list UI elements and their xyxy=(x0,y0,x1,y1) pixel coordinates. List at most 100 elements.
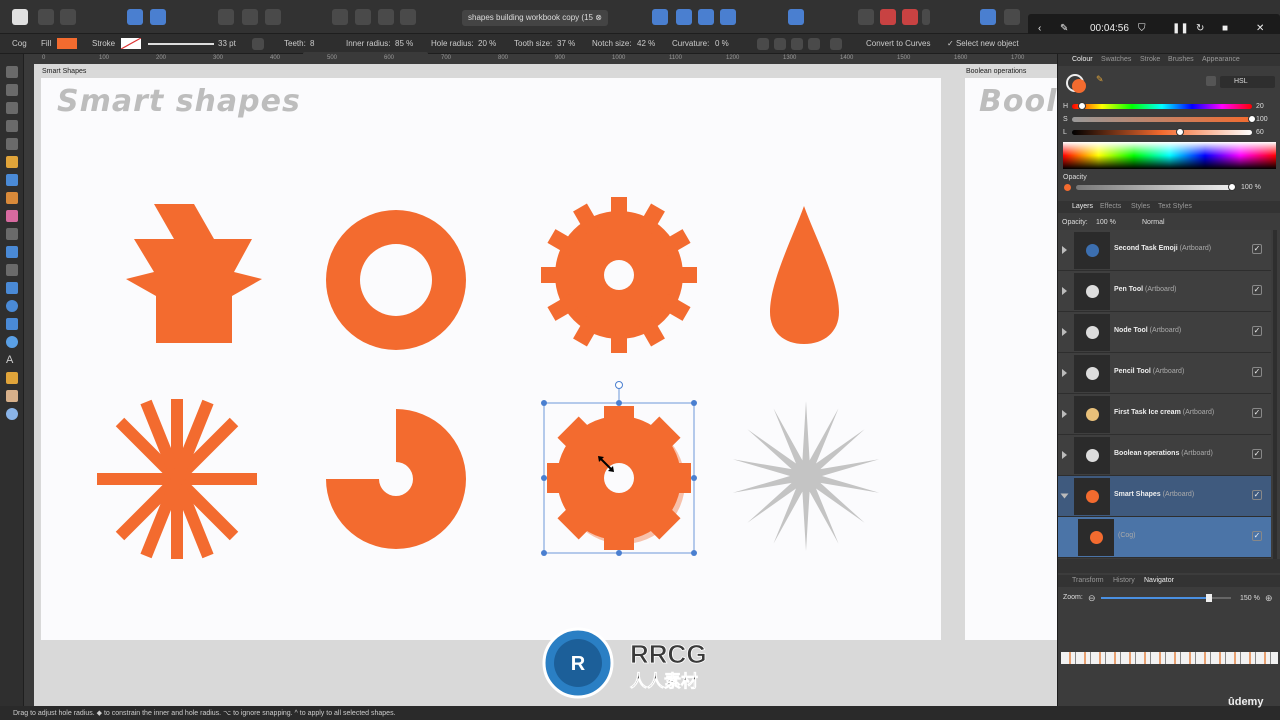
tab-colour[interactable]: Colour xyxy=(1072,56,1093,63)
zoom-tool-icon[interactable] xyxy=(6,408,18,420)
cog-shape[interactable] xyxy=(541,197,697,353)
eyedropper-icon[interactable]: ✎ xyxy=(1096,74,1104,85)
color-picker-icon[interactable] xyxy=(6,372,18,384)
expand-arrow-icon[interactable] xyxy=(1062,287,1067,295)
pen-tool-icon[interactable] xyxy=(6,138,18,150)
hole-radius-field[interactable]: 20 % xyxy=(478,39,496,48)
node-tool-icon[interactable] xyxy=(6,102,18,114)
transform-icon[interactable] xyxy=(242,9,258,25)
stroke-swatch[interactable] xyxy=(120,37,142,50)
lightness-handle[interactable] xyxy=(1176,128,1184,136)
layer-visibility-checkbox[interactable]: ✓ xyxy=(1252,244,1262,254)
opacity-handle[interactable] xyxy=(1228,183,1236,191)
shape-option-2-icon[interactable] xyxy=(774,38,786,50)
close-icon[interactable]: ✕ xyxy=(1256,23,1264,34)
shape-option-4-icon[interactable] xyxy=(808,38,820,50)
teeth-field[interactable]: 8 xyxy=(310,39,314,48)
stroke-settings-icon[interactable] xyxy=(252,38,264,50)
layer-visibility-checkbox[interactable]: ✓ xyxy=(1252,449,1262,459)
notch-size-field[interactable]: 42 % xyxy=(637,39,655,48)
tab-transform[interactable]: Transform xyxy=(1072,577,1104,584)
blend-mode-select[interactable]: Normal xyxy=(1142,219,1165,226)
restart-icon[interactable]: ↻ xyxy=(1196,23,1204,34)
layer-visibility-checkbox[interactable]: ✓ xyxy=(1252,531,1262,541)
cross-shape[interactable] xyxy=(126,204,262,343)
layer-row[interactable]: Node Tool (Artboard) ✓ xyxy=(1058,312,1271,353)
rotate-left-icon[interactable] xyxy=(698,9,714,25)
zoom-value[interactable]: 150 % xyxy=(1240,595,1260,602)
app-logo-icon[interactable] xyxy=(12,9,28,25)
pen-icon[interactable]: ✎ xyxy=(1060,23,1068,34)
tab-brushes[interactable]: Brushes xyxy=(1168,56,1194,63)
shield-icon[interactable]: ⛉ xyxy=(1138,23,1146,34)
insert-behind-icon[interactable] xyxy=(1004,9,1020,25)
saturation-handle[interactable] xyxy=(1248,115,1256,123)
paint-brush-icon[interactable] xyxy=(6,192,18,204)
pie-shape[interactable] xyxy=(326,409,466,549)
rotate-right-icon[interactable] xyxy=(720,9,736,25)
boolean-add-icon[interactable] xyxy=(858,9,874,25)
asterisk-shape[interactable] xyxy=(97,399,257,559)
select-new-checkbox[interactable]: ✓ Select new object xyxy=(947,39,1019,48)
move-tool-icon[interactable] xyxy=(6,66,18,78)
close-tab-icon[interactable]: ⊗ xyxy=(595,13,602,22)
star-shape[interactable] xyxy=(732,401,880,551)
expand-arrow-icon[interactable] xyxy=(1060,493,1069,499)
insert-inside-icon[interactable] xyxy=(980,9,996,25)
vector-brush-icon[interactable] xyxy=(6,174,18,186)
expand-arrow-icon[interactable] xyxy=(1062,451,1067,459)
color-model-select[interactable]: HSL xyxy=(1220,76,1275,88)
corner-tool-icon[interactable] xyxy=(6,120,18,132)
pause-icon[interactable]: ❚❚ xyxy=(1172,23,1189,34)
tab-navigator[interactable]: Navigator xyxy=(1144,577,1174,584)
tab-swatches[interactable]: Swatches xyxy=(1101,56,1131,63)
shape-option-3-icon[interactable] xyxy=(791,38,803,50)
shape-option-1-icon[interactable] xyxy=(757,38,769,50)
expand-arrow-icon[interactable] xyxy=(1062,246,1067,254)
layer-row[interactable]: (Cog) ✓ xyxy=(1058,517,1271,558)
layer-visibility-checkbox[interactable]: ✓ xyxy=(1252,490,1262,500)
saturation-slider[interactable] xyxy=(1072,117,1252,122)
tab-layers[interactable]: Layers xyxy=(1072,203,1093,210)
flip-horizontal-icon[interactable] xyxy=(652,9,668,25)
selected-cog-shape[interactable] xyxy=(547,406,691,550)
collapse-icon[interactable]: ‹ xyxy=(1038,23,1041,34)
persona-pixel-icon[interactable] xyxy=(38,9,54,25)
layer-row[interactable]: Pencil Tool (Artboard) ✓ xyxy=(1058,353,1271,394)
canvas[interactable]: Smart Shapes Boolean operations Smart sh… xyxy=(34,64,1057,706)
tab-effects[interactable]: Effects xyxy=(1100,203,1121,210)
hue-slider[interactable] xyxy=(1072,104,1252,109)
layer-opacity-value[interactable]: 100 % xyxy=(1096,219,1116,226)
align-icon[interactable] xyxy=(788,9,804,25)
document-tab[interactable]: shapes building workbook copy (15 ⊗ xyxy=(462,10,608,26)
zoom-handle[interactable] xyxy=(1205,594,1212,602)
zoom-in-icon[interactable]: ⊕ xyxy=(1265,593,1273,604)
layer-visibility-checkbox[interactable]: ✓ xyxy=(1252,285,1262,295)
persona-export-icon[interactable] xyxy=(60,9,76,25)
crop-tool-icon[interactable] xyxy=(6,264,18,276)
layer-row[interactable]: Pen Tool (Artboard) ✓ xyxy=(1058,271,1271,312)
stroke-width-value[interactable]: 33 pt xyxy=(218,39,236,48)
rounded-rect-tool-icon[interactable] xyxy=(6,318,18,330)
colour-spectrum[interactable] xyxy=(1063,142,1276,169)
cog-tool-icon[interactable] xyxy=(6,336,18,348)
navigator-preview[interactable] xyxy=(1061,652,1278,664)
tab-styles[interactable]: Styles xyxy=(1131,203,1150,210)
boolean-subtract-icon[interactable] xyxy=(880,9,896,25)
curvature-field[interactable]: 0 % xyxy=(715,39,729,48)
pencil-tool-icon[interactable] xyxy=(6,156,18,168)
layer-visibility-checkbox[interactable]: ✓ xyxy=(1252,408,1262,418)
layer-visibility-checkbox[interactable]: ✓ xyxy=(1252,367,1262,377)
assistant-icon[interactable] xyxy=(127,9,143,25)
layer-row[interactable]: Boolean operations (Artboard) ✓ xyxy=(1058,435,1271,476)
select-tool-icon[interactable] xyxy=(218,9,234,25)
stop-icon[interactable]: ■ xyxy=(1222,23,1228,34)
lightness-value[interactable]: 60 xyxy=(1256,129,1264,136)
fill-color-well[interactable] xyxy=(1072,79,1086,93)
expand-arrow-icon[interactable] xyxy=(1062,410,1067,418)
ellipse-tool-icon[interactable] xyxy=(6,300,18,312)
convert-to-curves-button[interactable]: Convert to Curves xyxy=(866,39,930,48)
flip-vertical-icon[interactable] xyxy=(676,9,692,25)
opacity-value[interactable]: 100 % xyxy=(1241,184,1261,191)
text-tool-icon[interactable]: A xyxy=(6,354,18,366)
